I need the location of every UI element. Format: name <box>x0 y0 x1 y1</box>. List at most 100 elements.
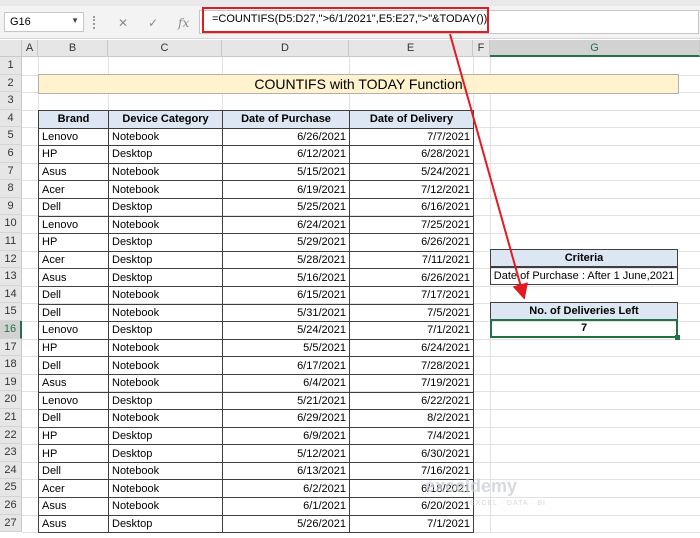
row-header-2[interactable]: 2 <box>0 74 22 93</box>
category-cell[interactable]: Notebook <box>108 127 223 147</box>
brand-cell[interactable]: Dell <box>38 461 109 481</box>
category-cell[interactable]: Notebook <box>108 356 223 375</box>
row-header-27[interactable]: 27 <box>0 514 22 533</box>
purchase-date-cell[interactable]: 6/12/2021 <box>222 145 350 164</box>
brand-cell[interactable]: Dell <box>38 409 109 428</box>
purchase-date-cell[interactable]: 6/29/2021 <box>222 409 350 428</box>
category-cell[interactable]: Desktop <box>108 233 223 252</box>
delivery-date-cell[interactable]: 6/16/2021 <box>349 197 474 217</box>
brand-cell[interactable]: Asus <box>38 373 109 393</box>
delivery-date-cell[interactable]: 6/28/2021 <box>349 145 474 164</box>
delivery-date-cell[interactable]: 7/5/2021 <box>349 303 474 323</box>
row-header-4[interactable]: 4 <box>0 109 22 128</box>
category-cell[interactable]: Desktop <box>108 268 223 287</box>
delivery-date-cell[interactable]: 6/26/2021 <box>349 268 474 287</box>
x-icon[interactable]: ✕ <box>118 16 128 30</box>
row-header-3[interactable]: 3 <box>0 92 22 110</box>
brand-cell[interactable]: HP <box>38 426 109 446</box>
row-header-24[interactable]: 24 <box>0 461 22 480</box>
header-device-category[interactable]: Device Category <box>108 110 223 129</box>
brand-cell[interactable]: Dell <box>38 303 109 323</box>
row-header-19[interactable]: 19 <box>0 373 22 392</box>
purchase-date-cell[interactable]: 6/4/2021 <box>222 373 350 393</box>
category-cell[interactable]: Desktop <box>108 321 223 340</box>
criteria-value[interactable]: Date of Purchase : After 1 June,2021 <box>490 267 678 285</box>
sheet-title[interactable]: COUNTIFS with TODAY Function <box>38 74 679 94</box>
delivery-date-cell[interactable]: 7/17/2021 <box>349 285 474 305</box>
delivery-date-cell[interactable]: 7/28/2021 <box>349 356 474 375</box>
row-header-12[interactable]: 12 <box>0 250 22 269</box>
criteria-label[interactable]: Criteria <box>490 249 678 267</box>
header-date-of-purchase[interactable]: Date of Purchase <box>222 110 350 129</box>
category-cell[interactable]: Notebook <box>108 180 223 199</box>
category-cell[interactable]: Desktop <box>108 514 223 534</box>
category-cell[interactable]: Notebook <box>108 303 223 323</box>
category-cell[interactable]: Desktop <box>108 197 223 217</box>
row-header-16[interactable]: 16 <box>0 321 22 339</box>
row-header-5[interactable]: 5 <box>0 127 22 145</box>
brand-cell[interactable]: Dell <box>38 285 109 305</box>
delivery-date-cell[interactable]: 6/20/2021 <box>349 497 474 516</box>
brand-cell[interactable]: HP <box>38 233 109 252</box>
purchase-date-cell[interactable]: 6/9/2021 <box>222 426 350 446</box>
brand-cell[interactable]: Lenovo <box>38 127 109 147</box>
brand-cell[interactable]: HP <box>38 145 109 164</box>
category-cell[interactable]: Notebook <box>108 285 223 305</box>
brand-cell[interactable]: Dell <box>38 356 109 375</box>
check-icon[interactable]: ✓ <box>148 16 158 30</box>
category-cell[interactable]: Desktop <box>108 444 223 463</box>
purchase-date-cell[interactable]: 6/15/2021 <box>222 285 350 305</box>
column-header-f[interactable]: F <box>473 40 490 57</box>
row-header-25[interactable]: 25 <box>0 479 22 497</box>
fx-icon[interactable]: fx <box>178 16 189 30</box>
purchase-date-cell[interactable]: 5/29/2021 <box>222 233 350 252</box>
purchase-date-cell[interactable]: 5/28/2021 <box>222 250 350 270</box>
purchase-date-cell[interactable]: 6/17/2021 <box>222 356 350 375</box>
purchase-date-cell[interactable]: 5/16/2021 <box>222 268 350 287</box>
row-header-13[interactable]: 13 <box>0 268 22 286</box>
category-cell[interactable]: Desktop <box>108 426 223 446</box>
row-header-11[interactable]: 11 <box>0 233 22 251</box>
row-header-17[interactable]: 17 <box>0 338 22 357</box>
delivery-date-cell[interactable]: 6/22/2021 <box>349 391 474 411</box>
brand-cell[interactable]: Asus <box>38 268 109 287</box>
delivery-date-cell[interactable]: 8/2/2021 <box>349 409 474 428</box>
delivery-date-cell[interactable]: 7/19/2021 <box>349 373 474 393</box>
purchase-date-cell[interactable]: 6/13/2021 <box>222 461 350 481</box>
fill-handle[interactable] <box>675 335 680 340</box>
delivery-date-cell[interactable]: 7/11/2021 <box>349 250 474 270</box>
category-cell[interactable]: Notebook <box>108 461 223 481</box>
row-header-8[interactable]: 8 <box>0 180 22 198</box>
purchase-date-cell[interactable]: 6/19/2021 <box>222 180 350 199</box>
result-value-cell[interactable]: 7 <box>490 319 678 338</box>
category-cell[interactable]: Notebook <box>108 373 223 393</box>
brand-cell[interactable]: Asus <box>38 162 109 182</box>
brand-cell[interactable]: Lenovo <box>38 215 109 235</box>
delivery-date-cell[interactable]: 6/24/2021 <box>349 338 474 358</box>
brand-cell[interactable]: Acer <box>38 479 109 499</box>
category-cell[interactable]: Notebook <box>108 215 223 235</box>
purchase-date-cell[interactable]: 5/21/2021 <box>222 391 350 411</box>
purchase-date-cell[interactable]: 5/31/2021 <box>222 303 350 323</box>
brand-cell[interactable]: Asus <box>38 497 109 516</box>
row-header-7[interactable]: 7 <box>0 162 22 181</box>
purchase-date-cell[interactable]: 5/12/2021 <box>222 444 350 463</box>
row-header-9[interactable]: 9 <box>0 197 22 216</box>
purchase-date-cell[interactable]: 6/1/2021 <box>222 497 350 516</box>
delivery-date-cell[interactable]: 7/25/2021 <box>349 215 474 235</box>
brand-cell[interactable]: Dell <box>38 197 109 217</box>
purchase-date-cell[interactable]: 6/26/2021 <box>222 127 350 147</box>
row-header-10[interactable]: 10 <box>0 215 22 233</box>
delivery-date-cell[interactable]: 6/26/2021 <box>349 233 474 252</box>
row-header-20[interactable]: 20 <box>0 391 22 409</box>
category-cell[interactable]: Notebook <box>108 162 223 182</box>
name-box[interactable]: G16 ▼ <box>4 12 84 32</box>
brand-cell[interactable]: Lenovo <box>38 321 109 340</box>
category-cell[interactable]: Notebook <box>108 338 223 358</box>
row-header-1[interactable]: 1 <box>0 57 22 75</box>
column-header-g[interactable]: G <box>490 40 700 57</box>
purchase-date-cell[interactable]: 5/25/2021 <box>222 197 350 217</box>
delivery-date-cell[interactable]: 7/12/2021 <box>349 180 474 199</box>
category-cell[interactable]: Notebook <box>108 497 223 516</box>
row-header-15[interactable]: 15 <box>0 303 22 321</box>
